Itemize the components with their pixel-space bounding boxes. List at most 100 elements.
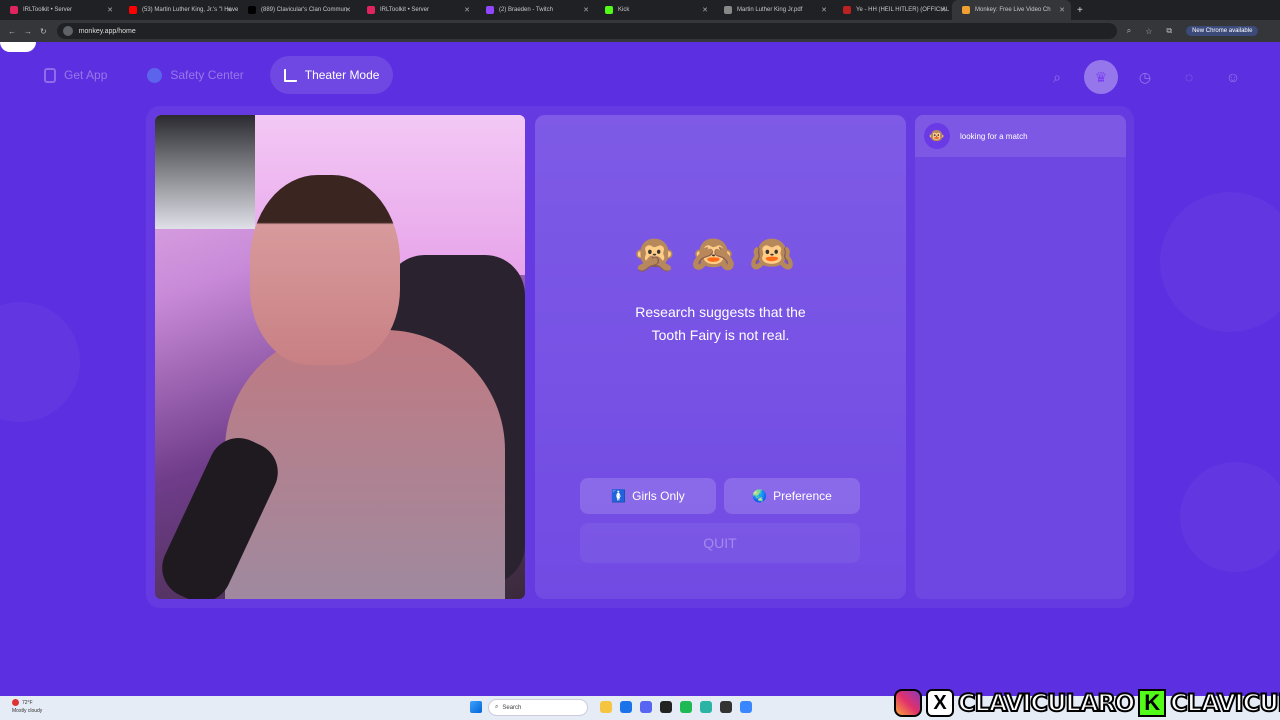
- tab-favicon-icon: [843, 6, 851, 14]
- browser-tab[interactable]: (2) Braeden - Twitch ✕: [476, 0, 595, 20]
- folder-icon[interactable]: [600, 701, 612, 713]
- tab-favicon-icon: [367, 6, 375, 14]
- fun-fact-line-2: Tooth Fairy is not real.: [651, 327, 790, 343]
- browser-tab[interactable]: (53) Martin Luther King, Jr.'s "I Have ✕: [119, 0, 238, 20]
- search-icon[interactable]: ⌕: [1040, 60, 1074, 94]
- discord-icon[interactable]: [640, 701, 652, 713]
- girls-only-button[interactable]: 🚺 Girls Only: [580, 478, 716, 514]
- safety-center-label: Safety Center: [170, 68, 244, 82]
- right-nav: ⌕ ♛ ◷ ◌ ☺: [1040, 60, 1250, 94]
- theater-mode-label: Theater Mode: [304, 68, 380, 82]
- tab-title: Kick: [618, 7, 630, 13]
- person-head: [250, 175, 400, 365]
- new-chrome-button[interactable]: New Chrome available: [1186, 26, 1259, 36]
- spotify-icon[interactable]: [680, 701, 692, 713]
- get-app-button[interactable]: Get App: [30, 56, 121, 94]
- weather-condition: Mostly cloudy: [12, 708, 43, 714]
- tab-title: Monkey: Free Live Video Ch: [975, 7, 1051, 13]
- tab-close-icon[interactable]: ✕: [107, 6, 113, 14]
- browser-tab-bar: IRLToolkit • Server ✕ (53) Martin Luther K…: [0, 0, 1280, 20]
- background-decoration: [1180, 462, 1280, 572]
- browser-tab[interactable]: Kick ✕: [595, 0, 714, 20]
- tab-close-icon[interactable]: ✕: [464, 6, 470, 14]
- tab-title: Martin Luther King Jr.pdf: [737, 7, 803, 13]
- extensions-icon[interactable]: ⧉: [1166, 26, 1172, 36]
- shield-icon: [147, 67, 163, 83]
- tab-close-icon[interactable]: ✕: [940, 6, 946, 14]
- phone-icon: [44, 67, 56, 83]
- history-icon[interactable]: ◷: [1128, 60, 1162, 94]
- tab-close-icon[interactable]: ✕: [1059, 6, 1065, 14]
- theater-mode-button[interactable]: Theater Mode: [269, 56, 394, 94]
- female-icon: 🚺: [611, 489, 627, 503]
- back-icon[interactable]: ←: [8, 27, 16, 36]
- tab-close-icon[interactable]: ✕: [821, 6, 827, 14]
- globe-icon: 🌏: [752, 489, 768, 503]
- obs-icon[interactable]: [660, 701, 672, 713]
- weather-icon: [12, 699, 19, 707]
- tab-favicon-icon: [248, 6, 256, 14]
- stream-overlay-branding: X CLAVICULARO K CLAVICULAR: [894, 686, 1280, 720]
- tab-favicon-icon: [605, 6, 613, 14]
- fun-fact-line-1: Research suggests that the: [635, 304, 806, 320]
- browser-tab[interactable]: Martin Luther King Jr.pdf ✕: [714, 0, 833, 20]
- crown-icon[interactable]: ♛: [1084, 60, 1118, 94]
- search-icon: ⌕: [495, 704, 499, 710]
- taskbar-search[interactable]: ⌕ Search: [488, 699, 588, 716]
- tab-title: (2) Braeden - Twitch: [499, 7, 553, 13]
- preference-button[interactable]: 🌏 Preference: [724, 478, 860, 514]
- browser-tab[interactable]: Monkey: Free Live Video Ch ✕: [952, 0, 1071, 20]
- browser-tab[interactable]: IRLToolkit • Server ✕: [357, 0, 476, 20]
- app-icon[interactable]: [720, 701, 732, 713]
- forward-icon[interactable]: →: [24, 27, 32, 36]
- app-icon[interactable]: [740, 701, 752, 713]
- instagram-icon: [894, 689, 922, 717]
- kick-handle: CLAVICULAR: [1169, 688, 1280, 718]
- reload-icon[interactable]: ↻: [40, 27, 47, 36]
- new-tab-icon[interactable]: +: [1077, 5, 1083, 16]
- tab-favicon-icon: [129, 6, 137, 14]
- tab-title: (889) Clavicular's Clan Commun: [261, 7, 348, 13]
- bookmark-star-icon[interactable]: ☆: [1145, 27, 1152, 36]
- tab-close-icon[interactable]: ✕: [583, 6, 589, 14]
- chat-status-header: 🐵 looking for a match: [915, 115, 1126, 157]
- tab-close-icon[interactable]: ✕: [226, 6, 232, 14]
- tab-favicon-icon: [962, 6, 970, 14]
- site-info-icon[interactable]: [62, 26, 73, 36]
- monkey-logo-icon[interactable]: [0, 42, 36, 52]
- zoom-icon[interactable]: ⌕: [1127, 26, 1131, 36]
- three-monkeys-emoji: 🙊🙈🙉: [632, 233, 809, 274]
- local-video-feed: [155, 115, 525, 599]
- address-bar[interactable]: monkey.app/home: [56, 23, 1117, 39]
- kick-logo-icon: K: [1138, 689, 1167, 717]
- tab-title: (53) Martin Luther King, Jr.'s "I Have: [142, 7, 238, 13]
- tab-favicon-icon: [724, 6, 732, 14]
- browser-tab[interactable]: (889) Clavicular's Clan Commun ✕: [238, 0, 357, 20]
- matching-panel: 🙊🙈🙉 Research suggests that the Tooth Fai…: [535, 115, 906, 599]
- tab-close-icon[interactable]: ✕: [345, 6, 351, 14]
- tab-close-icon[interactable]: ✕: [702, 6, 708, 14]
- tab-title: IRLToolkit • Server: [380, 7, 430, 13]
- social-handle: CLAVICULARO: [957, 688, 1136, 718]
- browser-tab[interactable]: Ye - HH (HEIL HITLER) (OFFICIAL ✕: [833, 0, 952, 20]
- temperature: 72°F: [22, 700, 33, 706]
- quit-button[interactable]: QUIT: [580, 523, 860, 563]
- profile-avatar-icon[interactable]: ☺: [1216, 60, 1250, 94]
- app-icon[interactable]: [700, 701, 712, 713]
- girls-only-label: Girls Only: [632, 489, 685, 503]
- match-status-text: looking for a match: [960, 131, 1028, 141]
- preference-label: Preference: [773, 489, 832, 503]
- safety-center-button[interactable]: Safety Center: [133, 56, 257, 94]
- tab-title: Ye - HH (HEIL HITLER) (OFFICIAL: [856, 7, 950, 13]
- chat-panel: 🐵 looking for a match: [915, 115, 1126, 599]
- monkey-avatar-icon: 🐵: [924, 123, 950, 149]
- get-app-label: Get App: [64, 68, 108, 82]
- tab-favicon-icon: [10, 6, 18, 14]
- weather-widget[interactable]: 72°F Mostly cloudy: [12, 699, 42, 715]
- browser-tab[interactable]: IRLToolkit • Server ✕: [0, 0, 119, 20]
- chrome-icon[interactable]: [620, 701, 632, 713]
- chat-icon[interactable]: ◌: [1172, 60, 1206, 94]
- taskbar-search-placeholder: Search: [502, 704, 522, 711]
- tab-favicon-icon: [486, 6, 494, 14]
- windows-start-icon[interactable]: [470, 701, 482, 713]
